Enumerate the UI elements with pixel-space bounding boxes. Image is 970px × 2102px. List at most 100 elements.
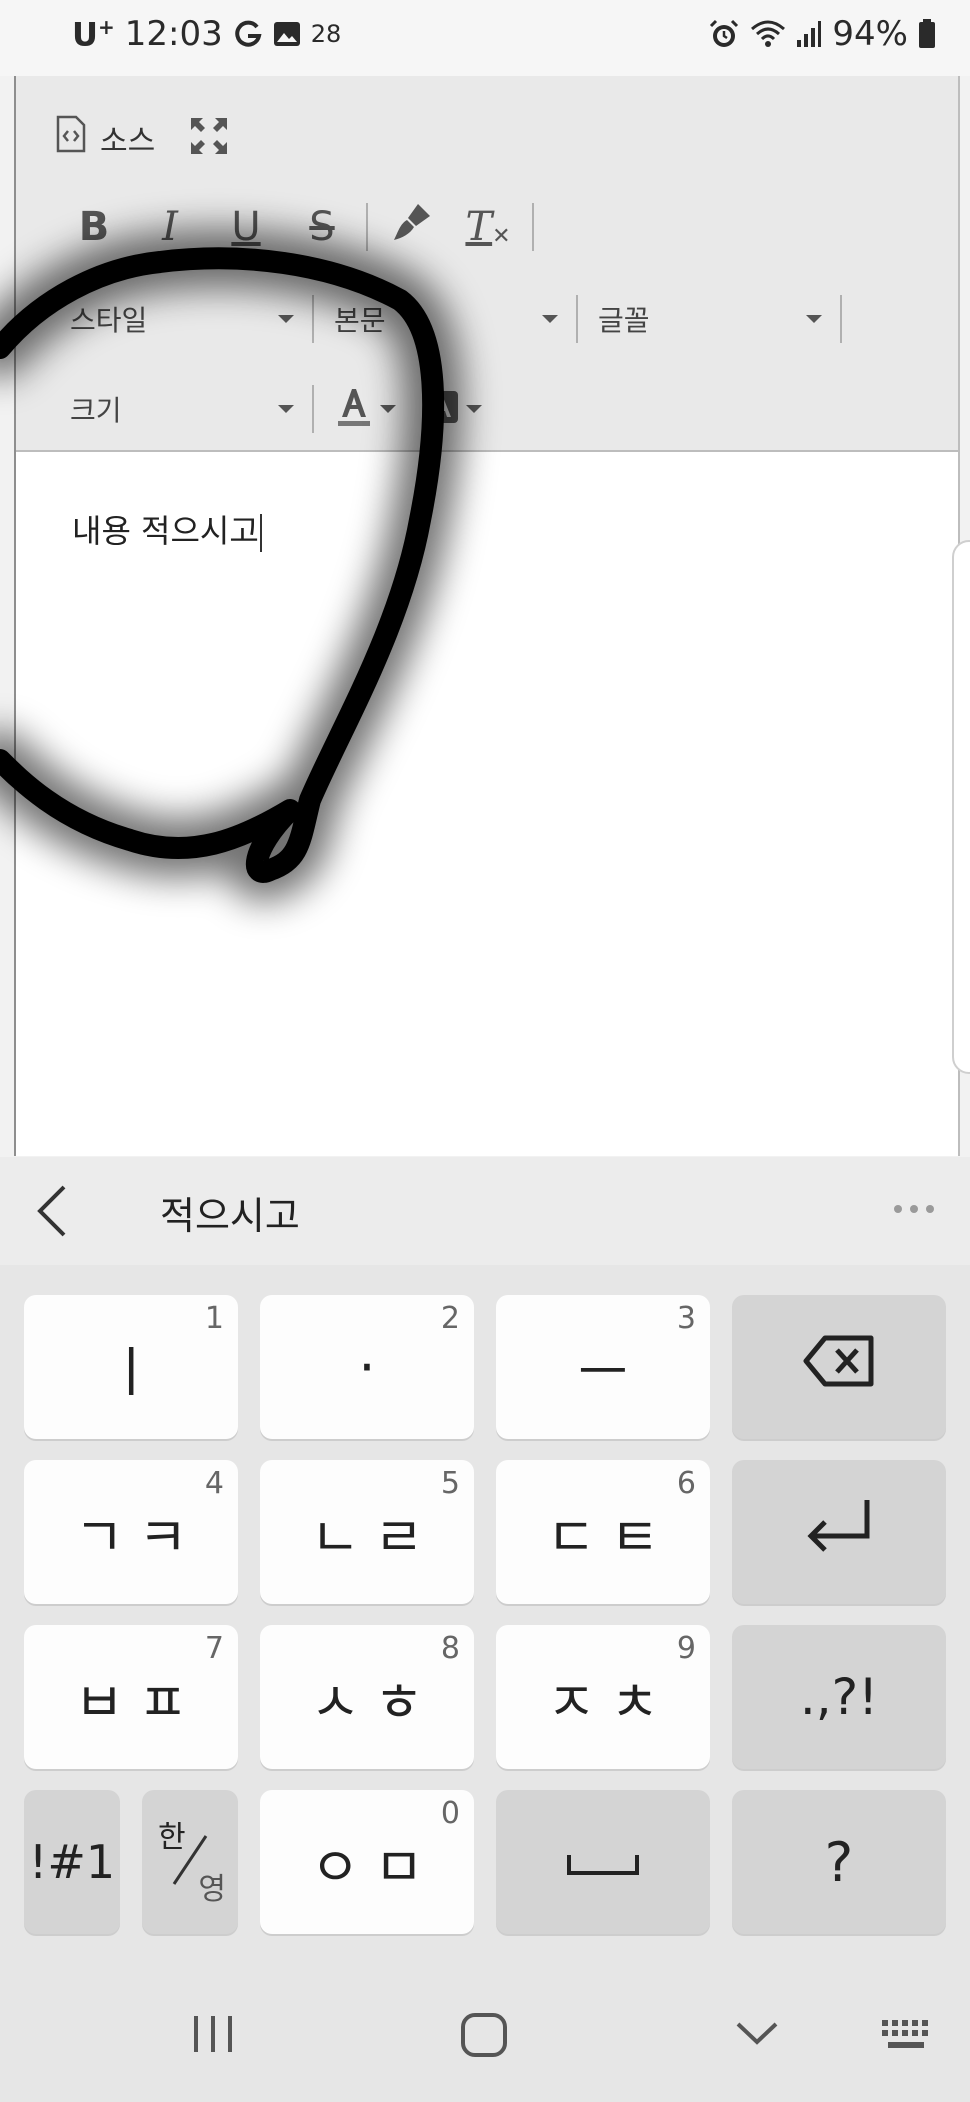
question-key[interactable]: ?	[732, 1790, 946, 1934]
battery-percent: 94%	[832, 14, 908, 54]
style-dropdown-label: 스타일	[70, 304, 148, 337]
toolbar-separator	[366, 203, 368, 251]
toolbar-row-format: B I U S T ✕	[56, 184, 540, 270]
underline-button[interactable]: U	[208, 189, 284, 265]
gallery-icon	[273, 21, 301, 47]
key-eu-vowel[interactable]: 3 ㅡ	[496, 1295, 710, 1439]
editor-toolbar: 소스 B I U S T ✕ 스타일 본문 글꼴 크기	[16, 76, 958, 452]
strikethrough-button[interactable]: S	[284, 189, 360, 265]
toolbar-row-style: 스타일 본문 글꼴	[56, 276, 848, 362]
suggestion-bar: 적으시고	[0, 1157, 970, 1265]
punctuation-label: .,?!	[799, 1668, 879, 1726]
status-bar: U+ 12:03 28 94%	[0, 0, 970, 76]
remove-format-button[interactable]: T ✕	[450, 189, 526, 265]
dot-icon	[894, 1205, 902, 1213]
maximize-button[interactable]	[189, 116, 229, 160]
notification-count: 28	[310, 20, 342, 48]
navigation-bar	[0, 1960, 970, 2102]
toolbar-row-size: 크기	[56, 366, 496, 452]
key-glyph: ㄱㅋ	[74, 1505, 202, 1569]
size-dropdown[interactable]: 크기	[56, 379, 306, 439]
key-bieup-pieup[interactable]: 7 ㅂㅍ	[24, 1625, 238, 1769]
background-color-button[interactable]	[410, 379, 496, 439]
key-number: 5	[440, 1466, 460, 1501]
home-button[interactable]	[460, 2012, 508, 2062]
key-number: 9	[676, 1631, 696, 1666]
clock: 12:03	[124, 14, 223, 54]
editor-content[interactable]: 내용 적으시고	[72, 506, 262, 552]
chevron-down-icon	[734, 2022, 780, 2052]
font-dropdown[interactable]: 글꼴	[584, 289, 834, 349]
language-english-label: 영	[198, 1872, 226, 1907]
signal-icon	[796, 20, 822, 48]
key-nieun-rieul[interactable]: 5 ㄴㄹ	[260, 1460, 474, 1604]
enter-key[interactable]	[732, 1460, 946, 1604]
key-dot-vowel[interactable]: 2 ·	[260, 1295, 474, 1439]
space-icon	[565, 1831, 641, 1894]
keyboard-icon	[880, 2020, 932, 2056]
backspace-icon	[803, 1335, 875, 1400]
key-glyph: ㄷㅌ	[546, 1505, 674, 1569]
text-color-button[interactable]	[320, 379, 410, 439]
question-label: ?	[824, 1830, 854, 1894]
chevron-down-icon	[278, 315, 294, 323]
key-glyph: ㅂㅍ	[74, 1670, 202, 1734]
alarm-icon	[708, 18, 740, 50]
suggestion-word[interactable]: 적으시고	[160, 1185, 300, 1240]
keyboard: 1 ㅣ 2 · 3 ㅡ 4 ㄱㅋ 5 ㄴㄹ 6 ㄷㅌ 7 ㅂㅍ 8 ㅅㅎ 9 ㅈ…	[0, 1265, 970, 1960]
enter-icon	[803, 1496, 875, 1569]
background-color-icon	[424, 389, 460, 429]
copy-format-button[interactable]	[374, 189, 450, 265]
status-left: U+ 12:03 28	[72, 14, 341, 54]
chevron-down-icon	[542, 315, 558, 323]
size-dropdown-label: 크기	[70, 394, 122, 427]
chevron-down-icon	[380, 405, 396, 413]
edge-panel-handle[interactable]	[952, 540, 970, 1074]
style-dropdown[interactable]: 스타일	[56, 289, 306, 349]
key-glyph: ㄴㄹ	[310, 1505, 438, 1569]
space-key[interactable]	[496, 1790, 710, 1934]
toolbar-separator	[840, 295, 842, 343]
bold-button[interactable]: B	[56, 189, 132, 265]
source-button[interactable]: 소스	[56, 115, 155, 161]
editor-content-text: 내용 적으시고	[72, 512, 259, 550]
back-button[interactable]	[34, 1185, 84, 1237]
more-options-button[interactable]	[894, 1205, 934, 1213]
key-ieung-mieum[interactable]: 0 ㅇㅁ	[260, 1790, 474, 1934]
home-icon	[460, 2013, 508, 2062]
key-siot-hieut[interactable]: 8 ㅅㅎ	[260, 1625, 474, 1769]
symbols-key[interactable]: !#1	[24, 1790, 120, 1934]
toolbar-separator	[312, 295, 314, 343]
chevron-left-icon	[34, 1185, 70, 1241]
hide-keyboard-button[interactable]	[734, 2018, 780, 2052]
remove-format-label: T	[465, 204, 493, 250]
symbols-label: !#1	[28, 1835, 116, 1889]
carrier-plus: +	[97, 14, 115, 39]
key-jieut-chieut[interactable]: 9 ㅈㅊ	[496, 1625, 710, 1769]
chevron-down-icon	[806, 315, 822, 323]
language-switch-key[interactable]: 한 영	[142, 1790, 238, 1934]
paragraph-format-dropdown[interactable]: 본문	[320, 289, 570, 349]
key-digeut-tieut[interactable]: 6 ㄷㅌ	[496, 1460, 710, 1604]
wifi-icon	[750, 19, 786, 49]
toolbar-separator	[576, 295, 578, 343]
google-g-icon	[233, 19, 263, 49]
paintbrush-icon	[390, 200, 434, 254]
italic-button[interactable]: I	[132, 189, 208, 265]
key-giyeok-kieuk[interactable]: 4 ㄱㅋ	[24, 1460, 238, 1604]
key-number: 0	[440, 1796, 460, 1831]
punctuation-key[interactable]: .,?!	[732, 1625, 946, 1769]
paragraph-format-label: 본문	[334, 304, 386, 337]
rich-text-editor: 소스 B I U S T ✕ 스타일 본문 글꼴 크기 내용 적으시고	[14, 76, 960, 1156]
recent-apps-button[interactable]	[190, 2014, 236, 2058]
key-glyph: ㅈㅊ	[546, 1670, 674, 1734]
toolbar-row-source: 소스	[56, 98, 229, 178]
key-i-vowel[interactable]: 1 ㅣ	[24, 1295, 238, 1439]
key-number: 6	[676, 1466, 696, 1501]
backspace-key[interactable]	[732, 1295, 946, 1439]
carrier-label: U+	[72, 15, 115, 54]
battery-icon	[918, 19, 936, 49]
key-glyph: ㅡ	[578, 1340, 628, 1404]
keyboard-switch-button[interactable]	[880, 2018, 932, 2056]
dot-icon	[910, 1205, 918, 1213]
